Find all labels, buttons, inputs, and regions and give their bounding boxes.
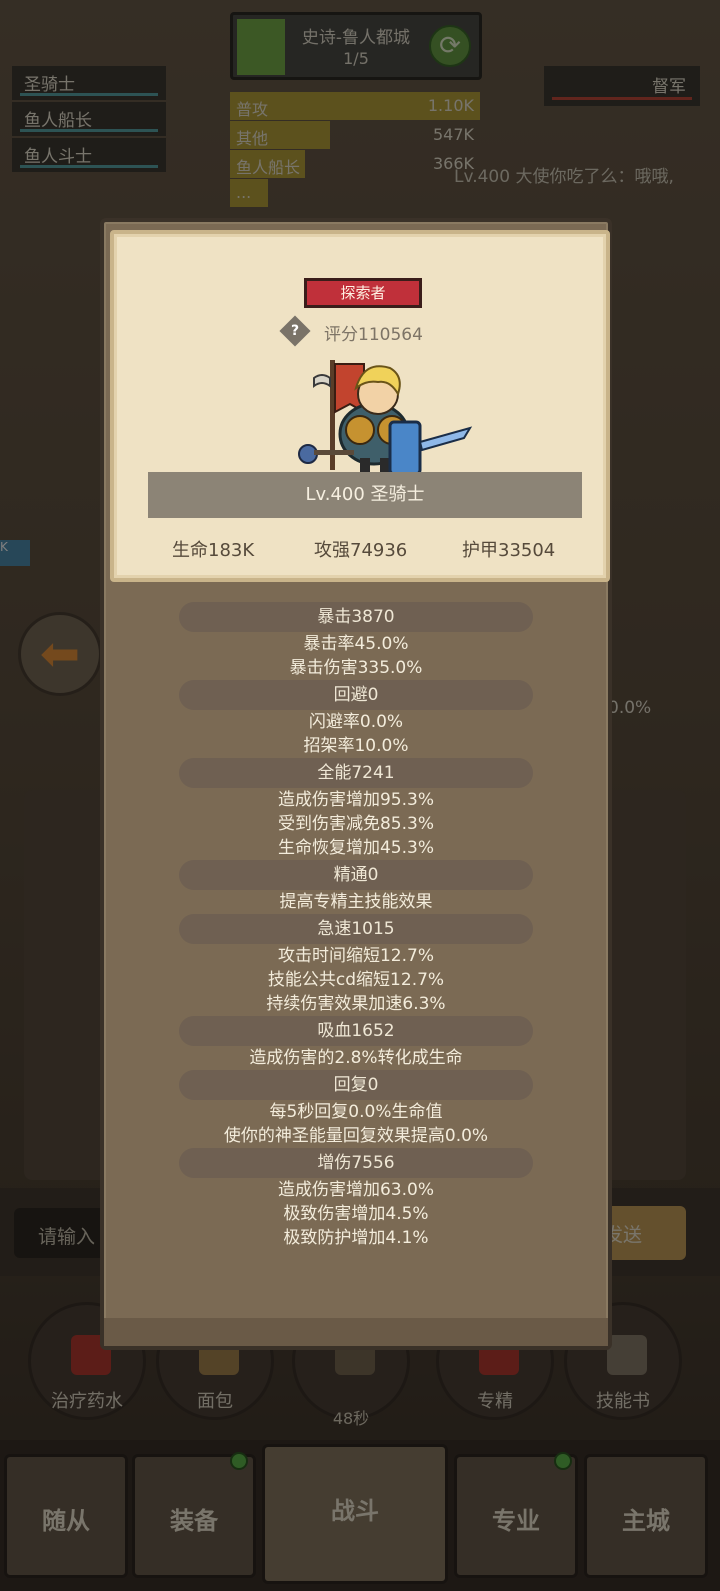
dialog-footer [104, 1318, 608, 1346]
stat-header: 急速1015 [179, 914, 533, 944]
stat-detail: 技能公共cd缩短12.7% [267, 970, 445, 990]
stat-header: 回避0 [179, 680, 533, 710]
stat-detail: 暴击率45.0% [303, 634, 409, 654]
character-name-banner: Lv.400 圣骑士 [148, 472, 582, 518]
stat-header: 暴击3870 [179, 602, 533, 632]
stat-detail: 提高专精主技能效果 [279, 892, 433, 912]
stat-detail: 造成伤害的2.8%转化成生命 [249, 1048, 463, 1068]
hp-stat: 生命183K [172, 540, 255, 561]
stat-detail: 招架率10.0% [303, 736, 409, 756]
stat-header: 吸血1652 [179, 1016, 533, 1046]
stat-detail: 暴击伤害335.0% [289, 658, 423, 678]
character-card: 探索者 ? 评分110564 Lv.400 圣骑士 生命183K 攻强74936… [110, 230, 610, 582]
stat-detail: 极致防护增加4.1% [283, 1228, 429, 1248]
character-detail-dialog: 探索者 ? 评分110564 Lv.400 圣骑士 生命183K 攻强74936… [100, 218, 612, 1350]
attribute-row: 生命183K 攻强74936 护甲33504 [134, 536, 594, 566]
title-badge: 探索者 [304, 278, 422, 308]
score-row: ? 评分110564 [279, 315, 484, 347]
stat-detail: 攻击时间缩短12.7% [277, 946, 434, 966]
stat-detail: 受到伤害减免85.3% [277, 814, 434, 834]
score-text: 评分110564 [324, 325, 423, 345]
stat-detail: 造成伤害增加95.3% [277, 790, 434, 810]
help-icon-glyph: ? [290, 323, 300, 339]
stat-header: 回复0 [179, 1070, 533, 1100]
stat-header: 全能7241 [179, 758, 533, 788]
stat-detail: 极致伤害增加4.5% [283, 1204, 429, 1224]
stat-detail: 造成伤害增加63.0% [277, 1180, 434, 1200]
stats-list: 暴击3870 暴击率45.0% 暴击伤害335.0% 回避0 闪避率0.0% 招架率10.… [104, 602, 608, 1250]
paladin-hero-sprite [298, 360, 473, 476]
stat-detail: 持续伤害效果加速6.3% [266, 994, 446, 1014]
attack-stat: 攻强74936 [314, 540, 408, 561]
stat-detail: 生命恢复增加45.3% [277, 838, 434, 858]
stat-header: 精通0 [179, 860, 533, 890]
stat-detail: 每5秒回复0.0%生命值 [269, 1102, 443, 1122]
stat-detail: 使你的神圣能量回复效果提高0.0% [223, 1126, 489, 1146]
stat-detail: 闪避率0.0% [308, 712, 404, 732]
armor-stat: 护甲33504 [462, 540, 556, 561]
stat-header: 增伤7556 [179, 1148, 533, 1178]
